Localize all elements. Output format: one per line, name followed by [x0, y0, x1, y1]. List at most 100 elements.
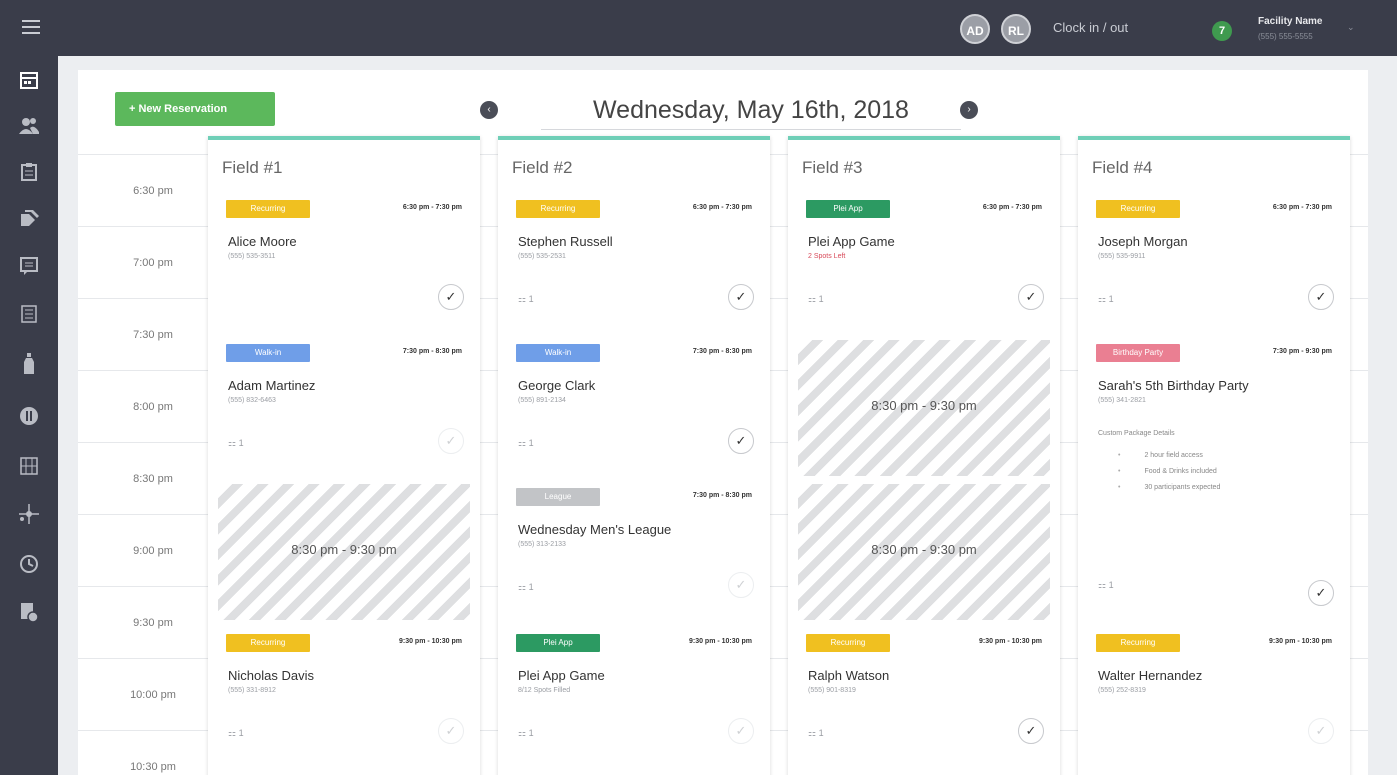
time-label: 10:00 pm — [130, 689, 176, 701]
reservation-card[interactable]: Plei App 9:30 pm - 10:30 pm Plei App Gam… — [508, 630, 760, 766]
time-range: 6:30 pm - 7:30 pm — [692, 204, 752, 211]
count-value: 1 — [528, 294, 534, 304]
participant-count: ⚏ 1 — [518, 294, 534, 304]
phone-number: (555) 313-2133 — [518, 541, 566, 548]
phone-number: (555) 832-6463 — [228, 397, 276, 404]
tag-walkin: Walk-in — [516, 344, 600, 362]
bottle-icon[interactable] — [19, 353, 39, 374]
check-icon[interactable]: ✓ — [1018, 284, 1044, 310]
reservation-name: Joseph Morgan — [1098, 234, 1188, 249]
message-icon[interactable] — [19, 256, 39, 276]
check-icon[interactable]: ✓ — [728, 428, 754, 454]
time-label: 7:00 pm — [133, 257, 173, 269]
sidebar — [0, 56, 58, 775]
chevron-right-icon[interactable]: › — [960, 101, 978, 119]
reservation-card[interactable]: Recurring 9:30 pm - 10:30 pm Ralph Watso… — [798, 630, 1050, 766]
time-range: 6:30 pm - 7:30 pm — [982, 204, 1042, 211]
history-icon[interactable] — [19, 554, 39, 574]
clock-in-out-link[interactable]: Clock in / out — [1053, 20, 1128, 35]
check-icon[interactable]: ✓ — [438, 718, 464, 744]
count-value: 1 — [528, 438, 534, 448]
time-label: 8:30 pm — [133, 473, 173, 485]
reservation-name: Nicholas Davis — [228, 668, 314, 683]
reservation-card[interactable]: Recurring 6:30 pm - 7:30 pm Alice Moore … — [218, 196, 470, 332]
list-icon[interactable] — [19, 304, 39, 324]
tags-icon[interactable] — [19, 208, 39, 228]
time-range: 6:30 pm - 7:30 pm — [402, 204, 462, 211]
phone-number: (555) 535-9911 — [1098, 253, 1146, 260]
field-column-3: Field #3 Plei App 6:30 pm - 7:30 pm Plei… — [788, 136, 1060, 775]
participant-count: ⚏ 1 — [808, 728, 824, 738]
field-column-4: Field #4 Recurring 6:30 pm - 7:30 pm Jos… — [1078, 136, 1350, 775]
whistle-icon[interactable] — [19, 406, 39, 426]
avatar[interactable]: RL — [1001, 14, 1031, 44]
phone-number: (555) 341-2821 — [1098, 397, 1146, 404]
phone-number: (555) 901-8319 — [808, 687, 856, 694]
reservation-card[interactable]: Walk-in 7:30 pm - 8:30 pm George Clark (… — [508, 340, 760, 476]
check-icon[interactable]: ✓ — [1308, 284, 1334, 310]
tag-recurring: Recurring — [516, 200, 600, 218]
reservation-card[interactable]: Recurring 9:30 pm - 10:30 pm Nicholas Da… — [218, 630, 470, 766]
check-icon[interactable]: ✓ — [1308, 580, 1334, 606]
participant-count: ⚏ 1 — [518, 438, 534, 448]
phone-number: (555) 891-2134 — [518, 397, 566, 404]
new-reservation-button[interactable]: + New Reservation — [115, 92, 275, 126]
phone-number: (555) 535-2531 — [518, 253, 566, 260]
count-value: 1 — [238, 728, 244, 738]
avatar[interactable]: AD — [960, 14, 990, 44]
count-value: 1 — [1108, 580, 1114, 590]
phone-number: (555) 331-8912 — [228, 687, 276, 694]
settings-doc-icon[interactable] — [19, 602, 39, 622]
tag-recurring: Recurring — [806, 634, 890, 652]
tag-recurring: Recurring — [226, 200, 310, 218]
blocked-time: 8:30 pm - 9:30 pm — [871, 542, 977, 557]
time-range: 9:30 pm - 10:30 pm — [978, 638, 1042, 645]
check-icon[interactable]: ✓ — [728, 284, 754, 310]
clipboard-icon[interactable] — [19, 162, 39, 182]
count-value: 1 — [528, 728, 534, 738]
reservation-card[interactable]: Walk-in 7:30 pm - 8:30 pm Adam Martinez … — [218, 340, 470, 476]
network-icon[interactable] — [19, 504, 39, 524]
blocked-time: 8:30 pm - 9:30 pm — [291, 542, 397, 557]
check-icon[interactable]: ✓ — [1018, 718, 1044, 744]
check-icon[interactable]: ✓ — [1308, 718, 1334, 744]
check-icon[interactable]: ✓ — [438, 284, 464, 310]
top-bar: AD RL Clock in / out 7 Facility Name (55… — [0, 0, 1397, 56]
field-column-1: Field #1 Recurring 6:30 pm - 7:30 pm Ali… — [208, 136, 480, 775]
chevron-down-icon[interactable]: ⌄ — [1347, 22, 1355, 33]
time-label: 10:30 pm — [130, 761, 176, 773]
reservation-name: Adam Martinez — [228, 378, 316, 393]
facility-name[interactable]: Facility Name — [1258, 16, 1322, 27]
field-title: Field #4 — [1092, 158, 1153, 177]
time-range: 9:30 pm - 10:30 pm — [688, 638, 752, 645]
chevron-left-icon[interactable]: ‹ — [480, 101, 498, 119]
check-icon[interactable]: ✓ — [728, 572, 754, 598]
reservation-card[interactable]: League 7:30 pm - 8:30 pm Wednesday Men's… — [508, 484, 760, 620]
reservation-name: Stephen Russell — [518, 234, 613, 249]
participant-count: ⚏ 1 — [518, 728, 534, 738]
check-icon[interactable]: ✓ — [728, 718, 754, 744]
hamburger-icon[interactable] — [22, 20, 40, 34]
reservation-card[interactable]: Recurring 6:30 pm - 7:30 pm Joseph Morga… — [1088, 196, 1340, 332]
calendar-icon[interactable] — [19, 70, 39, 90]
count-value: 1 — [238, 438, 244, 448]
grid-icon[interactable] — [19, 456, 39, 476]
facility-badge: 7 — [1212, 21, 1232, 41]
reservation-card[interactable]: Recurring 9:30 pm - 10:30 pm Walter Hern… — [1088, 630, 1340, 766]
reservation-card[interactable]: Recurring 6:30 pm - 7:30 pm Stephen Russ… — [508, 196, 760, 332]
schedule-panel: + New Reservation ‹ Wednesday, May 16th,… — [78, 70, 1368, 775]
field-title: Field #2 — [512, 158, 573, 177]
time-label: 7:30 pm — [133, 329, 173, 341]
reservation-card[interactable]: Plei App 6:30 pm - 7:30 pm Plei App Game… — [798, 196, 1050, 332]
check-icon[interactable]: ✓ — [438, 428, 464, 454]
reservation-name: Alice Moore — [228, 234, 297, 249]
participant-count: ⚏ 1 — [1098, 580, 1114, 590]
count-value: 1 — [818, 294, 824, 304]
time-range: 7:30 pm - 9:30 pm — [1272, 348, 1332, 355]
users-icon[interactable] — [19, 116, 39, 136]
package-item: 30 participants expected — [1118, 480, 1220, 496]
package-title: Custom Package Details — [1098, 430, 1175, 437]
date-title[interactable]: Wednesday, May 16th, 2018 — [541, 92, 961, 130]
reservation-card[interactable]: Birthday Party 7:30 pm - 9:30 pm Sarah's… — [1088, 340, 1340, 620]
tag-recurring: Recurring — [1096, 634, 1180, 652]
